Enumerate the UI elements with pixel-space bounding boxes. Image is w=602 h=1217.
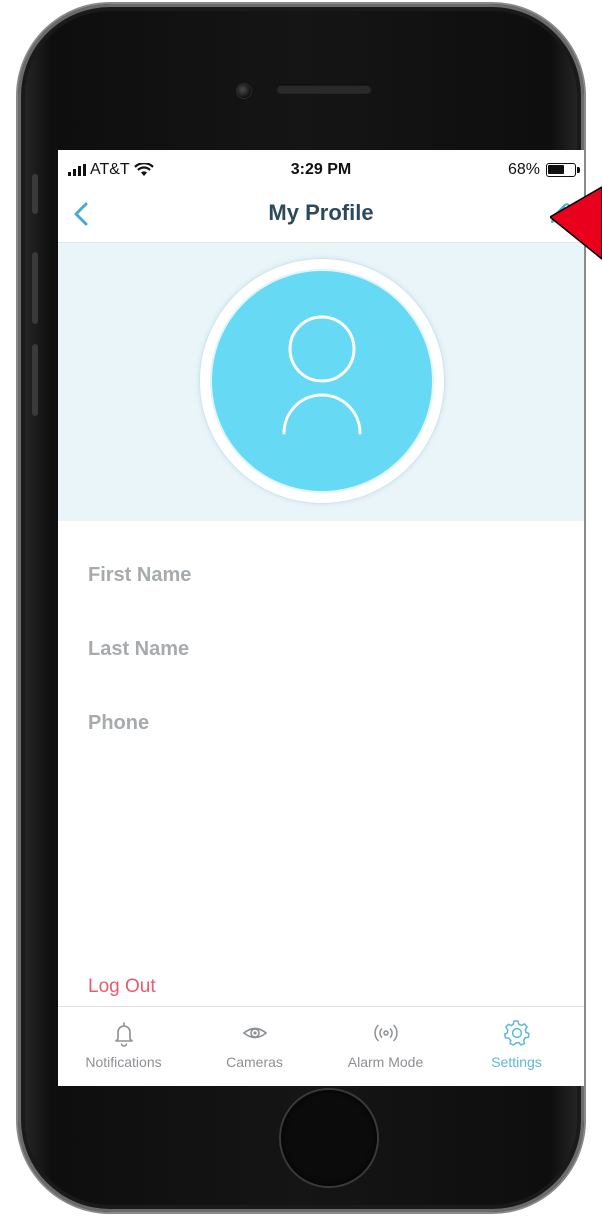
front-camera [237, 84, 251, 98]
tab-notifications[interactable]: Notifications [58, 1007, 189, 1086]
battery-level [548, 165, 564, 174]
tab-alarm-mode[interactable]: Alarm Mode [320, 1007, 451, 1086]
eye-icon [242, 1027, 267, 1039]
battery-icon [546, 163, 580, 177]
tab-label-notifications: Notifications [85, 1054, 162, 1070]
last-name-label[interactable]: Last Name [88, 638, 189, 661]
avatar-ring [200, 259, 444, 503]
volume-up-button [32, 252, 38, 324]
tab-label-cameras: Cameras [226, 1054, 283, 1070]
battery-status: 68% [507, 161, 580, 179]
navigation-bar: My Profile [58, 186, 584, 243]
earpiece-speaker [276, 84, 372, 94]
status-bar: AT&T 3:29 PM 68% [58, 150, 584, 186]
avatar[interactable] [212, 271, 432, 491]
tab-settings[interactable]: Settings [451, 1007, 582, 1086]
status-time: 3:29 PM [290, 161, 352, 178]
mute-switch [32, 174, 38, 214]
gear-icon [503, 1020, 530, 1046]
volume-down-button [32, 344, 38, 416]
tab-bar: Notifications Cameras Alarm Mode Setting… [58, 1006, 584, 1086]
first-name-label[interactable]: First Name [88, 564, 191, 587]
battery-percent: 68% [507, 161, 540, 178]
page-title: My Profile [268, 200, 374, 225]
tab-label-alarm-mode: Alarm Mode [347, 1054, 424, 1070]
phone-label[interactable]: Phone [88, 712, 149, 735]
annotation-arrow-icon [550, 186, 602, 260]
profile-header [58, 243, 584, 521]
battery-cap [577, 167, 580, 173]
broadcast-icon [373, 1024, 398, 1042]
user-avatar-icon [282, 315, 362, 435]
app-screen: AT&T 3:29 PM 68% My Profile First Name L… [58, 150, 584, 1086]
tab-label-settings: Settings [491, 1054, 542, 1070]
tab-cameras[interactable]: Cameras [189, 1007, 320, 1086]
bell-icon [114, 1022, 133, 1047]
home-button[interactable] [281, 1090, 377, 1186]
logout-link[interactable]: Log Out [88, 976, 156, 998]
